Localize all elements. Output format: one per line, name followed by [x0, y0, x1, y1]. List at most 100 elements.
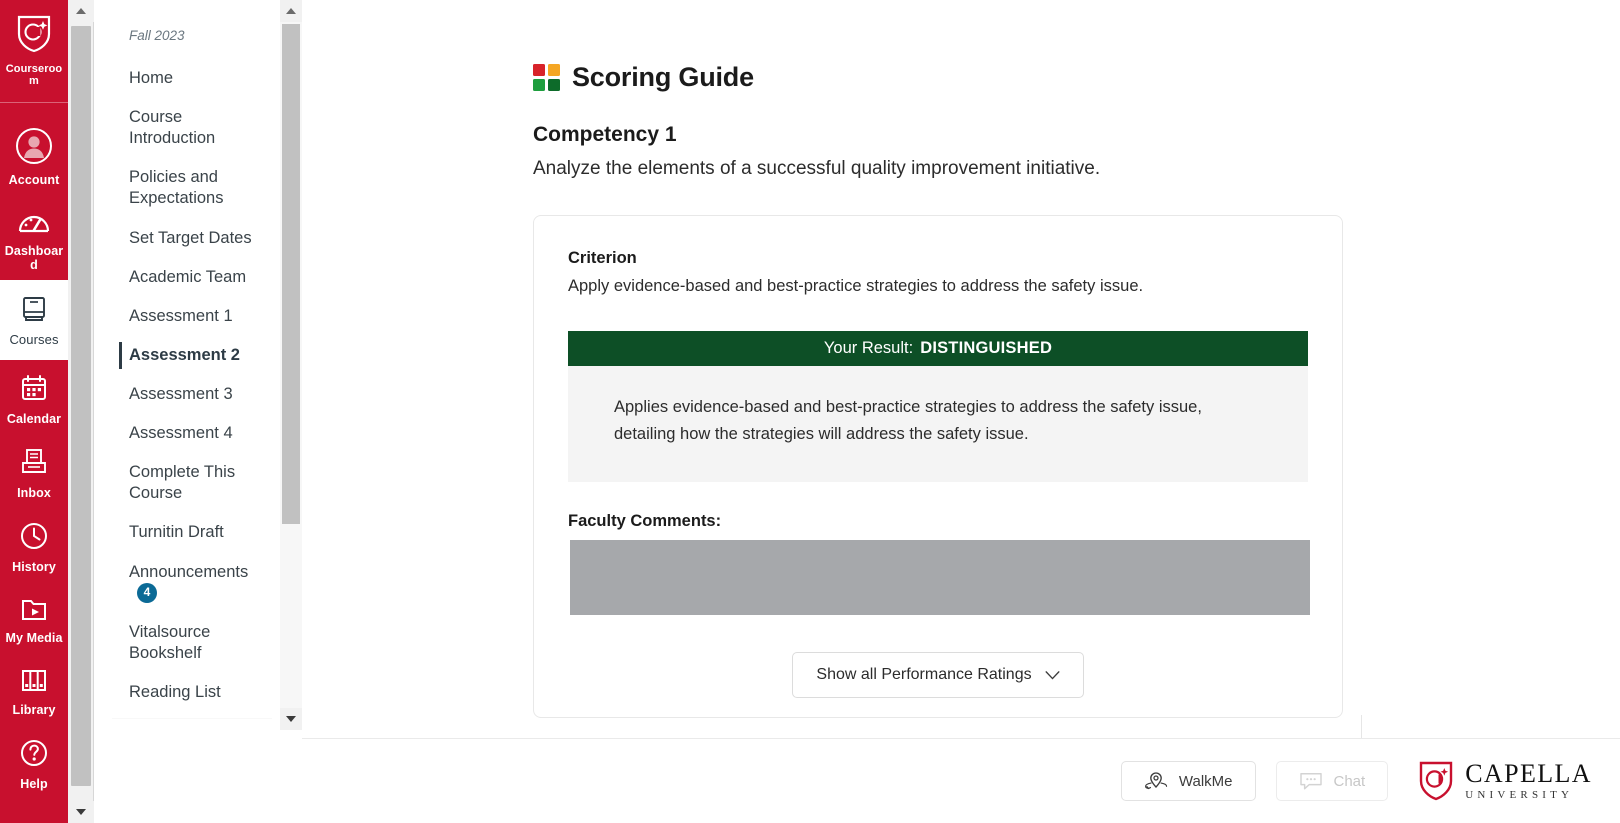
page-scrollbar-thumb[interactable]	[71, 26, 91, 786]
global-nav-item-history[interactable]: History	[0, 508, 68, 582]
global-nav-item-dashboard[interactable]: Dashboard	[0, 195, 68, 280]
page-scroll-down-button[interactable]	[68, 801, 94, 823]
chevron-down-icon	[76, 809, 86, 815]
global-nav-item-calendar[interactable]: Calendar	[0, 360, 68, 434]
course-nav-label: Reading List	[129, 683, 221, 702]
course-nav-item-reading-list[interactable]: Reading List	[111, 673, 280, 712]
course-nav-label: Home	[129, 69, 174, 87]
course-nav-scroll-up-button[interactable]	[280, 0, 302, 22]
course-nav-item-assessment-4[interactable]: Assessment 4	[111, 414, 280, 453]
global-nav-item-history-label: History	[12, 559, 56, 574]
global-nav-item-calendar-label: Calendar	[6, 411, 62, 426]
course-nav-item-turnitin-draft[interactable]: Turnitin Draft	[111, 513, 280, 552]
inbox-tray-icon	[19, 447, 49, 482]
chat-button[interactable]: Chat	[1275, 761, 1389, 801]
course-nav-scrollbar[interactable]	[280, 0, 302, 730]
global-nav-item-help[interactable]: Help	[0, 725, 68, 799]
scoring-guide-swatch-green	[533, 79, 545, 91]
criterion-card: Criterion Apply evidence-based and best-…	[533, 214, 1343, 718]
global-nav-item-courses[interactable]: Courses	[0, 280, 68, 360]
course-nav-scrollbar-thumb[interactable]	[282, 24, 300, 524]
course-nav-label: Assessment 2	[129, 345, 240, 364]
courses-book-icon	[19, 294, 49, 329]
scoring-guide-container: Scoring Guide Competency 1 Analyze the e…	[533, 0, 1378, 718]
course-nav-divider	[112, 718, 272, 719]
course-nav-label: Assessment 3	[129, 384, 233, 403]
history-clock-icon	[19, 521, 49, 556]
chevron-up-icon	[286, 8, 296, 14]
result-banner: Your Result: DISTINGUISHED	[568, 330, 1308, 366]
course-nav-item-assessment-2[interactable]: Assessment 2	[111, 336, 280, 375]
course-nav-label: Announcements	[129, 562, 249, 581]
course-nav-label: Assessment 1	[129, 306, 233, 325]
result-value: DISTINGUISHED	[920, 338, 1053, 357]
course-nav-label: Academic Team	[129, 267, 247, 286]
calendar-icon	[19, 373, 49, 408]
course-nav-item-vitalsource-bookshelf[interactable]: Vitalsource Bookshelf	[111, 613, 280, 673]
global-nav-item-account[interactable]: Account	[0, 105, 68, 196]
competency-description: Analyze the elements of a successful qua…	[533, 158, 1101, 179]
course-nav-item-academic-team[interactable]: Academic Team	[111, 258, 280, 297]
criterion-label: Criterion	[568, 248, 637, 267]
course-nav-label: Complete This Course	[129, 463, 236, 503]
global-nav-item-inbox-label: Inbox	[17, 485, 51, 500]
global-nav-item-dashboard-label: Dashboard	[4, 244, 64, 273]
scoring-guide-swatch-dark-green	[548, 79, 560, 91]
capella-shield-icon	[16, 14, 52, 59]
capella-wordmark: CAPELLA UNIVERSITY	[1465, 761, 1592, 801]
announcements-unread-badge: 4	[137, 582, 157, 603]
chat-label: Chat	[1333, 772, 1366, 790]
competency-title: Competency 1	[533, 123, 677, 146]
course-nav-scroll-down-button[interactable]	[280, 708, 302, 730]
criterion-text: Apply evidence-based and best-practice s…	[568, 276, 1144, 295]
capella-shield-icon	[1419, 761, 1453, 801]
global-nav-brand-courseroom[interactable]: Courseroom	[0, 0, 68, 103]
main-content: Scoring Guide Competency 1 Analyze the e…	[302, 0, 1620, 823]
show-all-ratings-row: Show all Performance Ratings	[568, 652, 1308, 699]
global-nav-item-my-media[interactable]: My Media	[0, 582, 68, 654]
course-navigation: Fall 2023 Home Course Introduction Polic…	[95, 0, 280, 730]
my-media-folder-play-icon	[19, 595, 49, 628]
course-nav-label: Turnitin Draft	[129, 523, 224, 542]
page-scrollbar[interactable]	[68, 0, 94, 823]
course-nav-item-announcements[interactable]: Announcements4	[111, 553, 280, 614]
help-question-icon	[19, 738, 49, 773]
dashboard-gauge-icon	[17, 209, 51, 240]
global-nav-item-my-media-label: My Media	[5, 631, 63, 646]
course-nav-label: Set Target Dates	[129, 228, 252, 247]
global-nav-item-library[interactable]: Library	[0, 653, 68, 725]
walkme-button[interactable]: WalkMe	[1120, 761, 1256, 801]
course-nav-item-assessment-1[interactable]: Assessment 1	[111, 297, 280, 336]
show-all-performance-ratings-button[interactable]: Show all Performance Ratings	[792, 652, 1084, 699]
course-nav-item-set-target-dates[interactable]: Set Target Dates	[111, 219, 280, 258]
global-nav-brand-label: Courseroom	[5, 62, 63, 88]
course-nav-item-home[interactable]: Home	[111, 59, 280, 98]
course-nav-label: Policies and Expectations	[129, 168, 224, 208]
course-nav-item-assessment-3[interactable]: Assessment 3	[111, 375, 280, 414]
course-nav-item-course-introduction[interactable]: Course Introduction	[111, 98, 280, 158]
capella-name: CAPELLA	[1465, 759, 1592, 788]
footer-top-divider	[1361, 715, 1362, 738]
scoring-guide-swatch-orange	[548, 64, 560, 76]
capella-university-logo: CAPELLA UNIVERSITY	[1418, 760, 1592, 802]
global-nav-item-inbox[interactable]: Inbox	[0, 434, 68, 508]
page-title: Scoring Guide	[572, 62, 754, 92]
faculty-comments-redaction-overlay	[570, 540, 1310, 616]
account-avatar-icon	[15, 127, 53, 170]
scoring-guide-grid-icon	[533, 64, 560, 91]
result-description: Applies evidence-based and best-practice…	[568, 365, 1308, 483]
course-term-label: Fall 2023	[129, 28, 185, 43]
page-scroll-up-button[interactable]	[68, 0, 94, 22]
course-nav-item-complete-this-course[interactable]: Complete This Course	[111, 453, 280, 513]
chevron-down-icon	[286, 716, 296, 722]
chevron-down-icon	[1045, 670, 1060, 680]
walkme-label: WalkMe	[1178, 772, 1233, 790]
scoring-guide-swatch-red	[533, 64, 545, 76]
global-nav-item-library-label: Library	[12, 703, 56, 718]
course-nav-item-policies-and-expectations[interactable]: Policies and Expectations	[111, 158, 280, 218]
scoring-guide-header: Scoring Guide	[533, 0, 1378, 93]
capella-subtitle: UNIVERSITY	[1465, 789, 1574, 801]
chat-bubble-icon	[1299, 773, 1322, 790]
global-nav-item-courses-label: Courses	[9, 332, 59, 348]
result-label: Your Result:	[823, 338, 914, 357]
